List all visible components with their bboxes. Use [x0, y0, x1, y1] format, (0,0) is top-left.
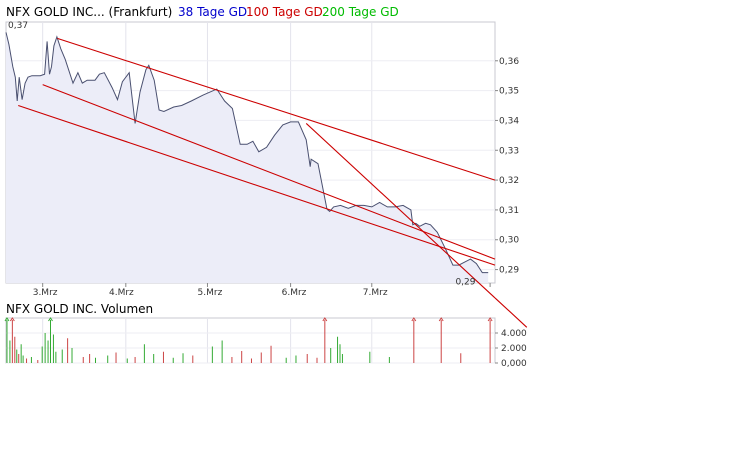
trend-line-4-extension	[494, 297, 528, 328]
price-panel: 0,36 0,35 0,34 0,33 0,32 0,31 0,30 0,29 3.Mrz 4.…	[5, 21, 528, 328]
volume-plot-frame	[5, 317, 496, 364]
legend-100-tage-gd: 100 Tage GD	[246, 5, 323, 19]
price-y-tick-label: 0,33	[499, 146, 519, 156]
price-y-axis: 0,36 0,35 0,34 0,33 0,32 0,31 0,30 0,29	[495, 57, 519, 276]
volume-title: NFX GOLD INC. Volumen	[6, 302, 153, 316]
annotation-high: 0,37	[8, 21, 28, 31]
price-y-tick-label: 0,32	[499, 176, 519, 186]
price-y-tick-label: 0,36	[499, 57, 519, 67]
volume-y-tick-label: 4.000	[501, 329, 527, 339]
price-x-tick-label: 7.Mrz	[363, 288, 388, 298]
price-y-tick-label: 0,29	[499, 266, 519, 276]
price-x-tick-label: 4.Mrz	[109, 288, 134, 298]
legend-200-tage-gd: 200 Tage GD	[322, 5, 399, 19]
price-y-tick-label: 0,30	[499, 236, 519, 246]
price-x-axis: 3.Mrz 4.Mrz 5.Mrz 6.Mrz 7.Mrz	[33, 283, 491, 298]
annotation-low: 0,29	[455, 278, 475, 288]
price-x-tick-label: 5.Mrz	[198, 288, 223, 298]
price-y-tick-label: 0,31	[499, 206, 519, 216]
volume-y-tick-label: 0,000	[501, 359, 527, 369]
price-y-tick-label: 0,35	[499, 87, 519, 97]
volume-y-axis: 4.000 2.000 0,000	[495, 329, 527, 369]
chart-title: NFX GOLD INC... (Frankfurt)	[6, 5, 172, 19]
price-y-tick-label: 0,34	[499, 116, 519, 126]
volume-y-tick-label: 2.000	[501, 344, 527, 354]
price-x-tick-label: 6.Mrz	[282, 288, 307, 298]
chart-canvas: NFX GOLD INC... (Frankfurt) 38 Tage GD 1…	[4, 5, 528, 369]
legend-38-tage-gd: 38 Tage GD	[178, 5, 247, 19]
price-x-tick-label: 3.Mrz	[33, 288, 58, 298]
volume-panel: 4.000 2.000 0,000	[4, 317, 527, 369]
